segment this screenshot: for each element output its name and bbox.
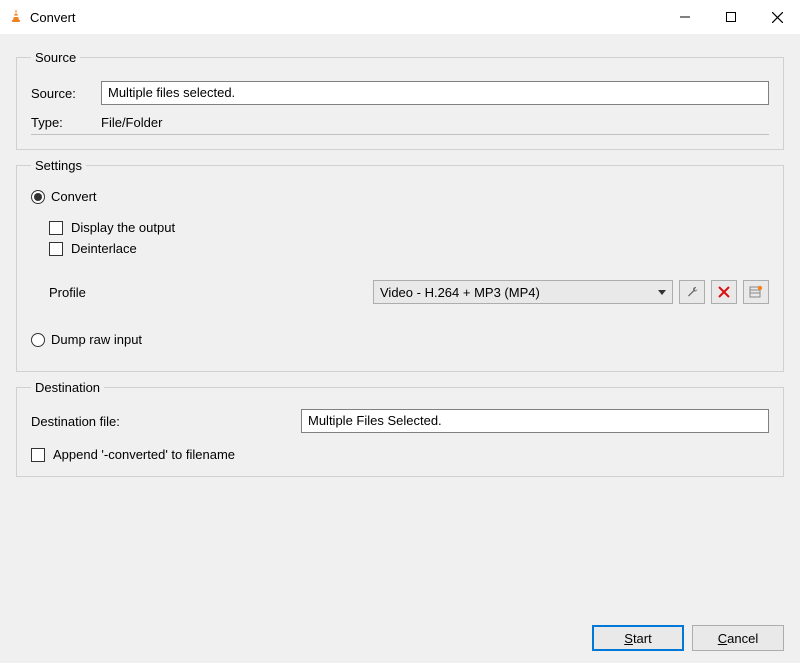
- dump-radio-label: Dump raw input: [51, 332, 142, 347]
- type-label: Type:: [31, 115, 101, 130]
- start-button[interactable]: Start: [592, 625, 684, 651]
- source-legend: Source: [31, 50, 80, 65]
- maximize-button[interactable]: [708, 0, 754, 34]
- destination-file-label: Destination file:: [31, 414, 301, 429]
- vlc-cone-icon: [8, 8, 24, 27]
- minimize-icon: [680, 12, 690, 22]
- settings-legend: Settings: [31, 158, 86, 173]
- x-icon: [718, 286, 730, 298]
- deinterlace-label: Deinterlace: [71, 241, 137, 256]
- append-converted-label: Append '-converted' to filename: [53, 447, 235, 462]
- new-profile-icon: [749, 285, 763, 299]
- settings-group: Settings Convert Display the output Dein…: [16, 158, 784, 372]
- destination-group: Destination Destination file: Multiple F…: [16, 380, 784, 477]
- convert-radio-label: Convert: [51, 189, 97, 204]
- profile-label: Profile: [49, 285, 109, 300]
- new-profile-button[interactable]: [743, 280, 769, 304]
- cancel-button[interactable]: Cancel: [692, 625, 784, 651]
- edit-profile-button[interactable]: [679, 280, 705, 304]
- append-converted-checkbox[interactable]: [31, 448, 45, 462]
- window-title: Convert: [30, 10, 76, 25]
- radio-unchecked-icon: [31, 333, 45, 347]
- convert-radio[interactable]: Convert: [31, 189, 97, 204]
- destination-legend: Destination: [31, 380, 104, 395]
- minimize-button[interactable]: [662, 0, 708, 34]
- close-button[interactable]: [754, 0, 800, 34]
- display-output-label: Display the output: [71, 220, 175, 235]
- delete-profile-button[interactable]: [711, 280, 737, 304]
- chevron-down-icon: [658, 290, 666, 295]
- source-group: Source Source: Multiple files selected. …: [16, 50, 784, 150]
- deinterlace-checkbox[interactable]: [49, 242, 63, 256]
- titlebar: Convert: [0, 0, 800, 34]
- dump-radio[interactable]: Dump raw input: [31, 332, 142, 347]
- maximize-icon: [726, 12, 736, 22]
- source-input[interactable]: Multiple files selected.: [101, 81, 769, 105]
- profile-selected-value: Video - H.264 + MP3 (MP4): [380, 285, 540, 300]
- window-root: Convert Source Source: Multiple files se…: [0, 0, 800, 663]
- close-icon: [772, 12, 783, 23]
- radio-checked-icon: [31, 190, 45, 204]
- profile-select[interactable]: Video - H.264 + MP3 (MP4): [373, 280, 673, 304]
- source-label: Source:: [31, 86, 101, 101]
- wrench-icon: [685, 285, 699, 299]
- display-output-checkbox[interactable]: [49, 221, 63, 235]
- footer: Start Cancel: [0, 619, 800, 663]
- type-value: File/Folder: [101, 115, 162, 130]
- destination-file-input[interactable]: Multiple Files Selected.: [301, 409, 769, 433]
